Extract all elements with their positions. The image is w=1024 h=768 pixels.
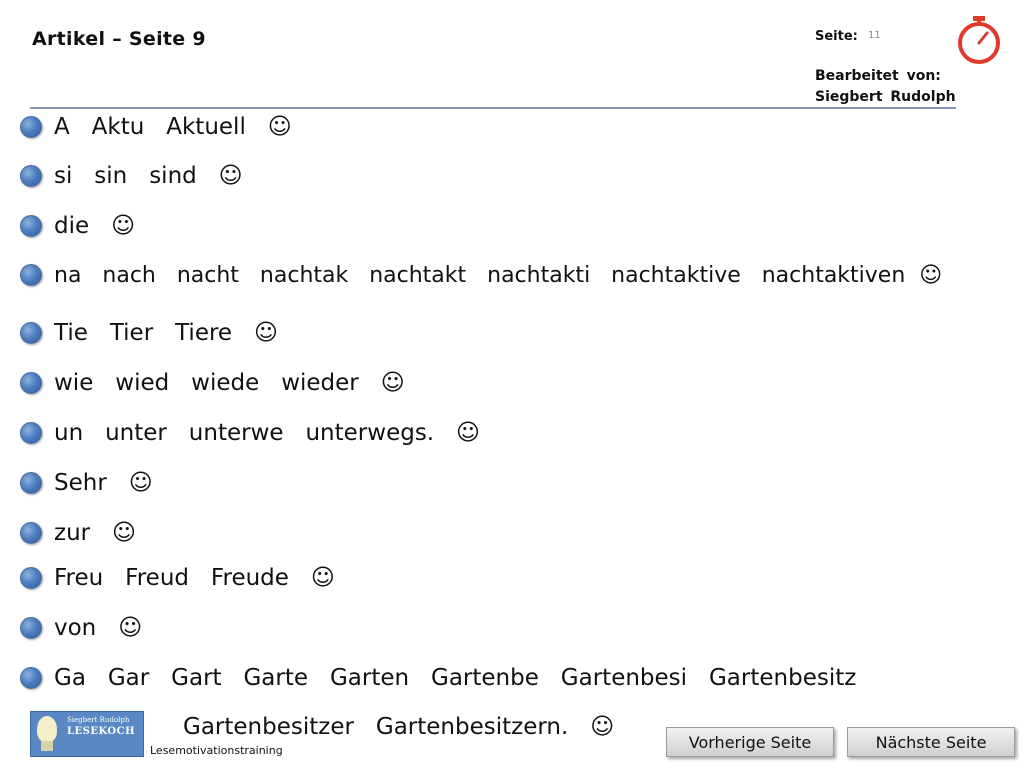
bullet-icon[interactable] bbox=[20, 667, 42, 689]
word-line: si sin sind ☺ bbox=[54, 163, 243, 189]
lightbulb-icon bbox=[37, 716, 57, 742]
word-line: Freu Freud Freude ☺ bbox=[54, 565, 335, 591]
previous-page-button[interactable]: Vorherige Seite bbox=[666, 727, 834, 757]
word-row[interactable]: si sin sind ☺ bbox=[20, 159, 243, 193]
page-number: 11 bbox=[868, 30, 881, 41]
word-line: wie wied wiede wieder ☺ bbox=[54, 370, 405, 396]
bullet-icon[interactable] bbox=[20, 567, 42, 589]
word-row[interactable]: Sehr ☺ bbox=[20, 466, 153, 500]
page-label: Seite: bbox=[815, 29, 858, 44]
bullet-icon[interactable] bbox=[20, 372, 42, 394]
lightbulb-base bbox=[41, 741, 53, 751]
word-line: Ga Gar Gart Garte Garten Gartenbe Garten… bbox=[54, 665, 857, 691]
word-row[interactable]: Freu Freud Freude ☺ bbox=[20, 561, 335, 595]
word-line: un unter unterwe unterwegs. ☺ bbox=[54, 420, 481, 446]
logo-title: LESEKOCH bbox=[67, 726, 136, 737]
word-row[interactable]: wie wied wiede wieder ☺ bbox=[20, 366, 405, 400]
bullet-icon[interactable] bbox=[20, 165, 42, 187]
word-line: Tie Tier Tiere ☺ bbox=[54, 320, 278, 346]
word-line: A Aktu Aktuell ☺ bbox=[54, 114, 292, 140]
header-divider bbox=[30, 107, 956, 109]
word-line: na nach nacht nachtak nachtakt nachtakti… bbox=[54, 262, 943, 288]
bullet-icon[interactable] bbox=[20, 522, 42, 544]
footer-caption: Lesemotivationstraining bbox=[150, 744, 283, 757]
word-line: Gartenbesitzer Gartenbesitzern. ☺ bbox=[183, 714, 615, 740]
bullet-icon[interactable] bbox=[20, 617, 42, 639]
word-row-continuation: Gartenbesitzer Gartenbesitzern. ☺ bbox=[183, 710, 614, 744]
word-row[interactable]: un unter unterwe unterwegs. ☺ bbox=[20, 416, 480, 450]
word-line: die ☺ bbox=[54, 213, 136, 239]
bullet-icon[interactable] bbox=[20, 422, 42, 444]
page-title: Artikel – Seite 9 bbox=[32, 28, 206, 50]
word-row[interactable]: Tie Tier Tiere ☺ bbox=[20, 316, 278, 350]
next-page-button[interactable]: Nächste Seite bbox=[847, 727, 1015, 757]
bullet-icon[interactable] bbox=[20, 322, 42, 344]
word-row[interactable]: zur ☺ bbox=[20, 516, 136, 550]
word-line: von ☺ bbox=[54, 615, 143, 641]
lesekoch-logo: Siegbert Rudolph LESEKOCH bbox=[30, 711, 144, 757]
editor-name: Siegbert Rudolph bbox=[815, 89, 956, 105]
word-line: zur ☺ bbox=[54, 520, 137, 546]
word-line: Sehr ☺ bbox=[54, 470, 153, 496]
bullet-icon[interactable] bbox=[20, 472, 42, 494]
word-row[interactable]: na nach nacht nachtak nachtakt nachtakti… bbox=[20, 258, 942, 292]
logo-author: Siegbert Rudolph bbox=[67, 716, 130, 724]
bullet-icon[interactable] bbox=[20, 264, 42, 286]
word-row[interactable]: A Aktu Aktuell ☺ bbox=[20, 110, 292, 144]
editor-label: Bearbeitet von: bbox=[815, 68, 941, 84]
stopwatch-icon[interactable] bbox=[955, 14, 1003, 66]
word-row[interactable]: die ☺ bbox=[20, 209, 135, 243]
word-row[interactable]: von ☺ bbox=[20, 611, 142, 645]
editor-info: Bearbeitet von: Siegbert Rudolph bbox=[815, 66, 956, 108]
word-row[interactable]: Ga Gar Gart Garte Garten Gartenbe Garten… bbox=[20, 661, 856, 695]
bullet-icon[interactable] bbox=[20, 116, 42, 138]
bullet-icon[interactable] bbox=[20, 215, 42, 237]
